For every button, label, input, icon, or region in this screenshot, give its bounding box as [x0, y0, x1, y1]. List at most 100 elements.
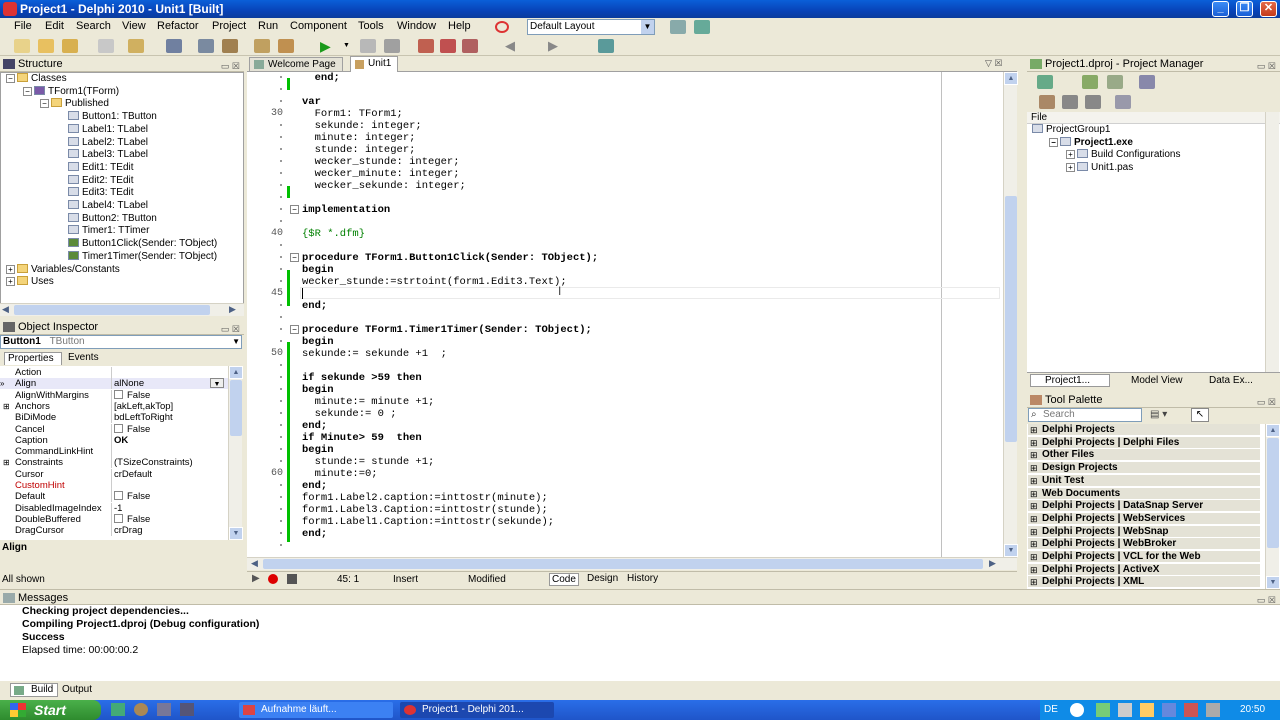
property-row[interactable]: CommandLinkHint — [0, 446, 228, 458]
panel-pin-close-icons[interactable]: ▭ ☒ — [1257, 394, 1276, 410]
chevron-down-icon[interactable]: ▼ — [641, 20, 654, 34]
property-value[interactable]: False — [114, 491, 150, 502]
structure-item[interactable]: Label4: TLabel — [57, 200, 148, 212]
structure-item[interactable]: Label2: TLabel — [57, 136, 148, 149]
expander-icon[interactable]: + — [1066, 163, 1075, 173]
palette-category[interactable]: Unit Test — [1028, 474, 1260, 487]
property-row[interactable]: ⊞ Constraints (TSizeConstraints) — [0, 457, 228, 469]
task-recording[interactable]: Aufnahme läuft... — [239, 702, 393, 718]
scroll-up-icon[interactable]: ▲ — [1266, 424, 1280, 437]
tab-design[interactable]: Design — [585, 573, 620, 584]
property-row[interactable]: » Align alNone ▼ — [0, 378, 228, 390]
new-items-icon[interactable] — [14, 39, 30, 53]
project-tree-vscrollbar[interactable] — [1265, 112, 1279, 372]
macro-stop-icon[interactable] — [287, 574, 297, 584]
property-row[interactable]: Cancel False — [0, 423, 228, 435]
minimize-button[interactable]: _ — [1212, 1, 1229, 17]
scroll-thumb[interactable] — [1005, 196, 1017, 442]
palette-category[interactable]: Delphi Projects | XML — [1028, 576, 1260, 589]
property-row[interactable]: CustomHint — [0, 480, 228, 491]
menu-search[interactable]: Search — [76, 20, 111, 32]
add-to-project-icon[interactable] — [254, 39, 270, 53]
tab-events[interactable]: Events — [66, 352, 106, 365]
set-debug-desktop-icon[interactable] — [694, 20, 710, 34]
scroll-thumb[interactable] — [263, 559, 983, 569]
structure-item[interactable]: + Uses — [6, 276, 54, 288]
structure-item[interactable]: Timer1: TTimer — [57, 225, 149, 237]
pause-icon[interactable] — [360, 39, 376, 53]
palette-vscrollbar[interactable]: ▲ ▼ — [1265, 424, 1280, 590]
task-delphi[interactable]: Project1 - Delphi 201... — [400, 702, 554, 718]
expand-icon[interactable] — [1062, 95, 1078, 109]
editor-hscrollbar[interactable]: ◀ ▶ — [247, 557, 1017, 570]
palette-category[interactable]: Delphi Projects | Delphi Files — [1028, 436, 1260, 449]
scroll-thumb[interactable] — [1267, 438, 1279, 548]
open-project-icon[interactable] — [38, 39, 54, 53]
run-dropdown-icon[interactable]: ▼ — [343, 39, 359, 53]
menu-file[interactable]: File — [14, 20, 32, 32]
help-lifebuoy-icon[interactable] — [495, 21, 509, 33]
oi-vscrollbar[interactable]: ▲ ▼ — [228, 366, 243, 540]
tab-model-view[interactable]: Model View — [1117, 375, 1183, 386]
tray-icon[interactable] — [1162, 703, 1176, 717]
save-desktop-icon[interactable] — [670, 20, 686, 34]
palette-category[interactable]: Delphi Projects | ActiveX — [1028, 563, 1260, 576]
save-all-icon[interactable] — [198, 39, 214, 53]
structure-hscrollbar[interactable]: ◀ ▶ — [0, 303, 244, 316]
activate-icon[interactable] — [1037, 75, 1053, 89]
property-row[interactable]: Caption OK — [0, 434, 228, 446]
tray-icon[interactable] — [1118, 703, 1132, 717]
forward-icon[interactable]: ▶ — [548, 39, 564, 53]
structure-item[interactable]: Label1: TLabel — [57, 123, 148, 136]
checkbox-icon[interactable] — [114, 513, 123, 523]
sync-icon[interactable] — [1039, 95, 1055, 109]
view-icon[interactable] — [1139, 75, 1155, 89]
expander-icon[interactable]: − — [6, 74, 15, 83]
structure-item[interactable]: − TForm1(TForm) — [23, 85, 119, 98]
scroll-up-icon[interactable]: ▲ — [1004, 72, 1018, 85]
component-palette-icon[interactable] — [598, 39, 614, 53]
expander-icon[interactable]: ⊞ — [3, 457, 10, 468]
tab-project-manager[interactable]: Project1... — [1030, 374, 1110, 387]
checkbox-icon[interactable] — [114, 491, 123, 501]
open-file-icon[interactable] — [128, 39, 144, 53]
fold-collapse-icon[interactable]: − — [290, 325, 299, 334]
volume-icon[interactable] — [1206, 703, 1220, 717]
tab-history[interactable]: History — [625, 573, 660, 584]
open-project-folder-icon[interactable] — [222, 39, 238, 53]
scroll-thumb[interactable] — [230, 380, 242, 436]
property-value[interactable]: alNone — [114, 378, 144, 389]
structure-item[interactable]: + Variables/Constants — [6, 263, 120, 276]
tab-welcome-page[interactable]: Welcome Page — [249, 57, 343, 72]
expander-icon[interactable]: − — [23, 86, 32, 96]
property-row[interactable]: ⊞ Anchors [akLeft,akTop] — [0, 400, 228, 412]
property-value[interactable]: crDrag — [114, 525, 143, 536]
tray-icon[interactable] — [1070, 703, 1084, 717]
property-row[interactable]: AlignWithMargins False — [0, 389, 228, 401]
step-over-icon[interactable] — [440, 39, 456, 53]
tab-build[interactable]: Build — [10, 683, 58, 697]
new-icon[interactable] — [98, 39, 114, 53]
project-tree-item[interactable]: − Project1.exe — [1049, 136, 1133, 149]
structure-item[interactable]: − Classes — [6, 73, 67, 85]
editor-tab-list-icons[interactable]: ▽ ☒ — [985, 58, 1003, 69]
property-row[interactable]: DragCursor crDrag — [0, 525, 228, 537]
project-tree-item[interactable]: + Build Configurations — [1066, 149, 1181, 161]
structure-item[interactable]: Timer1Timer(Sender: TObject) — [57, 250, 217, 263]
expander-icon[interactable]: + — [6, 264, 15, 274]
tab-unit1[interactable]: Unit1 — [350, 56, 398, 72]
remove-icon[interactable] — [1107, 75, 1123, 89]
trace-into-icon[interactable] — [418, 39, 434, 53]
fold-collapse-icon[interactable]: − — [290, 205, 299, 214]
menu-edit[interactable]: Edit — [45, 20, 64, 32]
structure-item[interactable]: − Published — [40, 98, 109, 110]
palette-category[interactable]: Delphi Projects — [1028, 424, 1260, 436]
project-tree-item[interactable]: + Unit1.pas — [1066, 162, 1133, 174]
menu-component[interactable]: Component — [290, 20, 347, 32]
run-to-cursor-icon[interactable] — [462, 39, 478, 53]
tray-icon[interactable] — [1096, 703, 1110, 717]
structure-item[interactable]: Button2: TButton — [57, 212, 157, 225]
menu-refactor[interactable]: Refactor — [157, 20, 199, 32]
quicklaunch-icon[interactable] — [180, 703, 194, 716]
property-value[interactable]: bdLeftToRight — [114, 412, 173, 423]
